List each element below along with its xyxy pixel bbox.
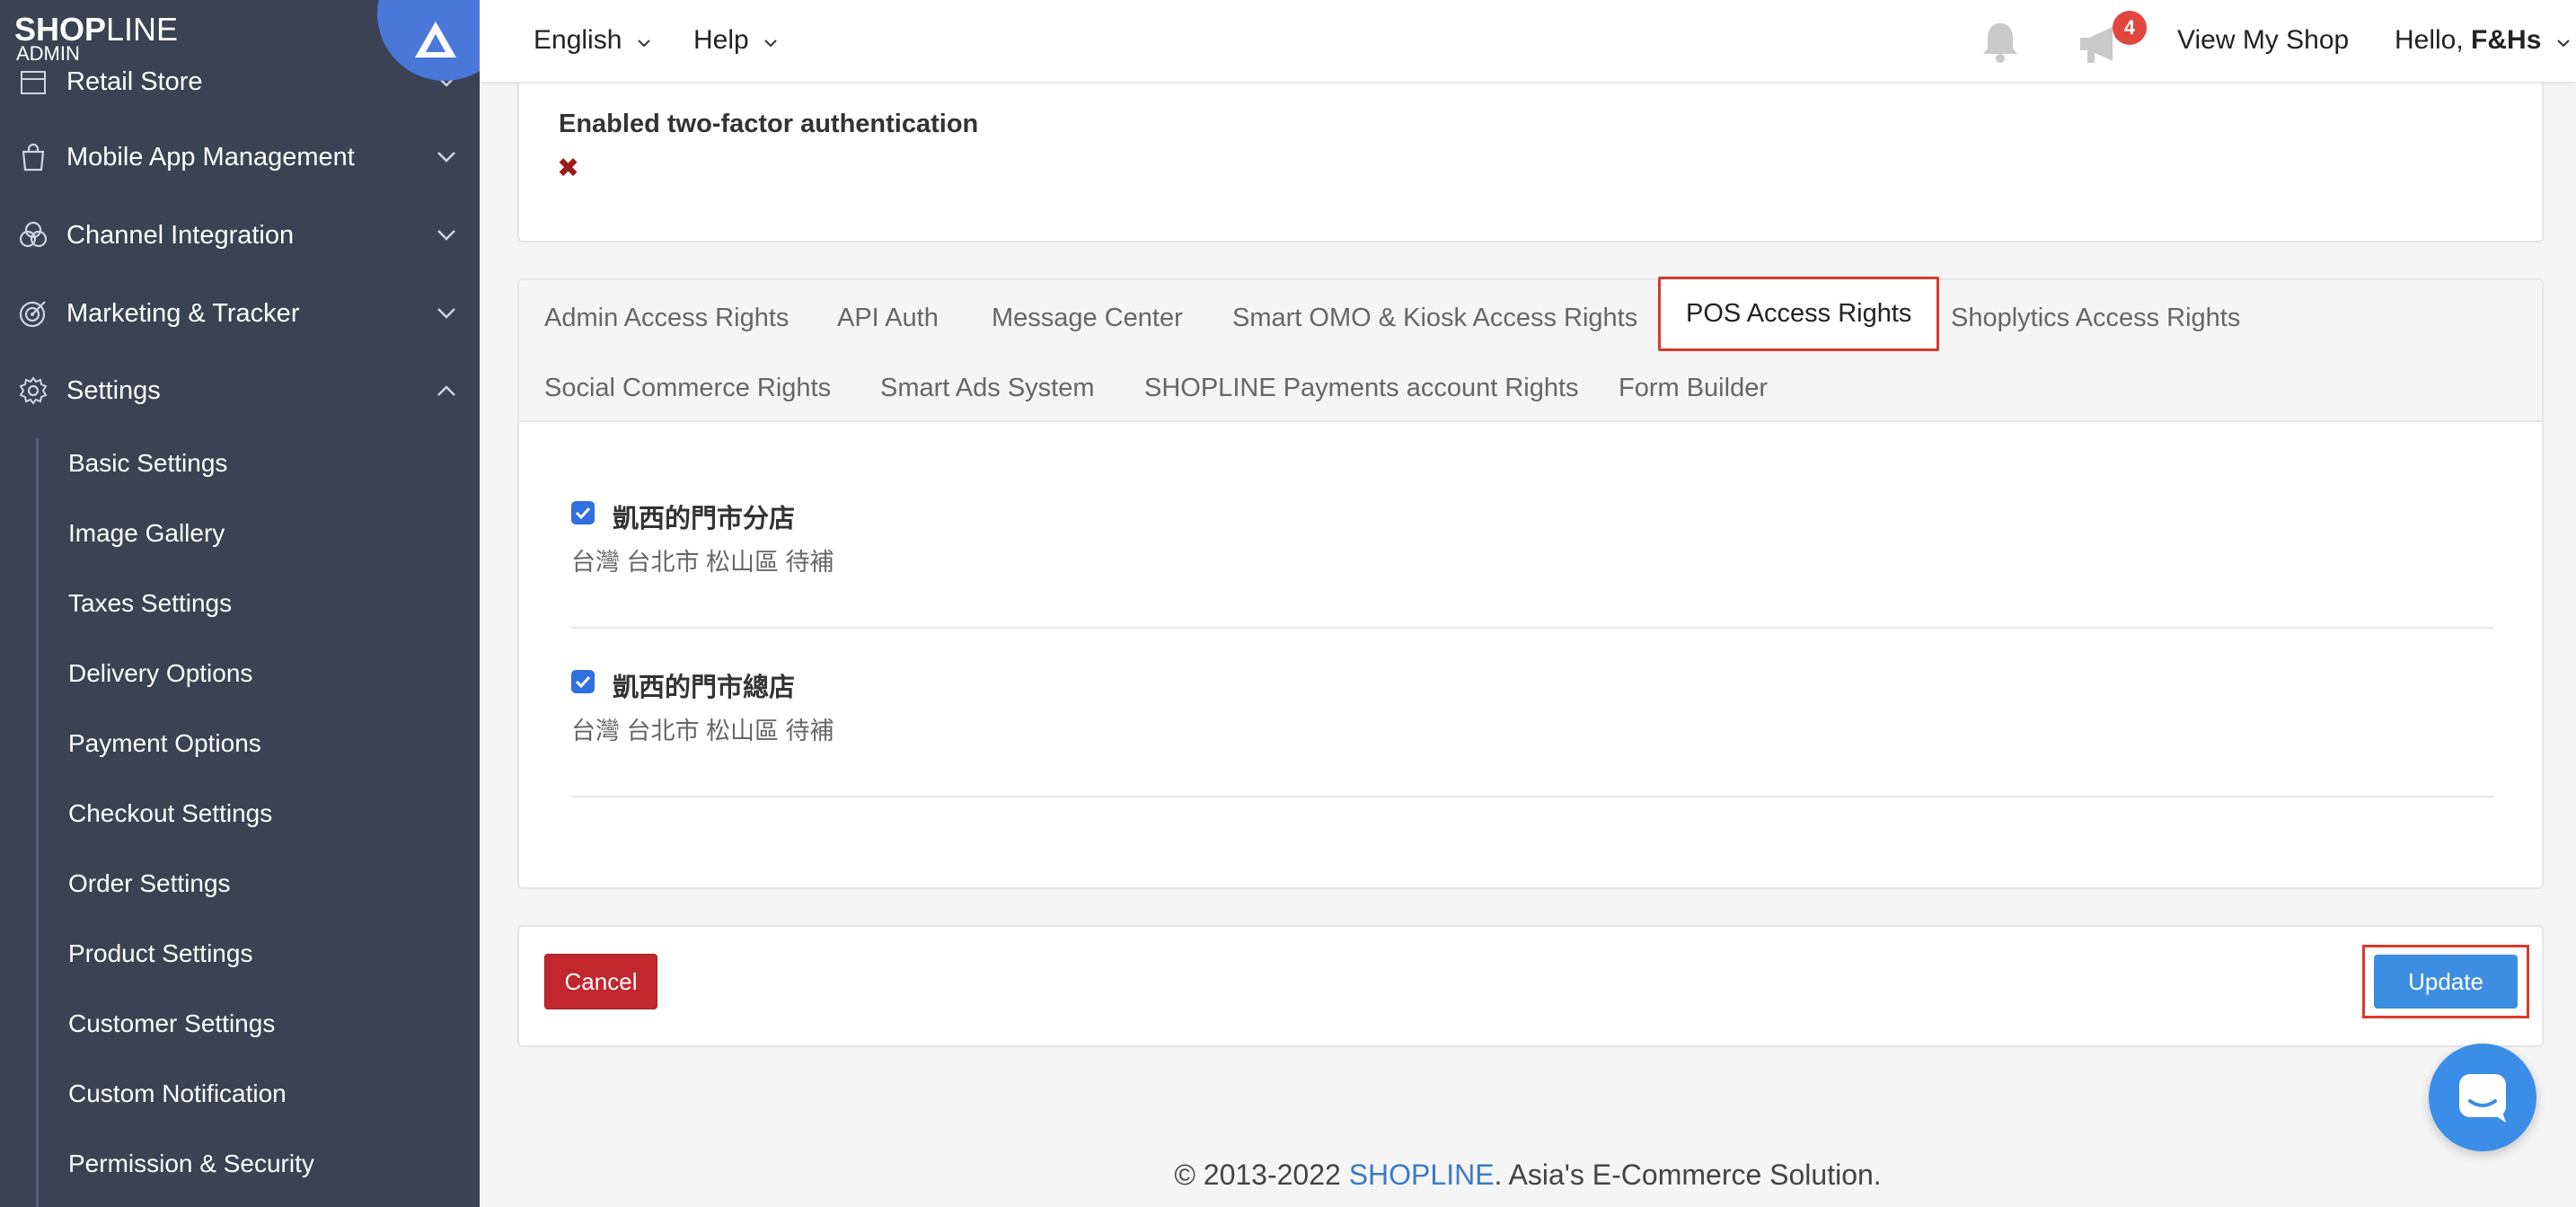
shopping-bag-icon: [22, 143, 45, 172]
tagline-text: . Asia's E-Commerce Solution.: [1494, 1159, 1882, 1191]
top-bar: English Help 4 View My Shop Hello, F&Hs: [480, 0, 2576, 83]
sidebar-item-label: Marketing & Tracker: [66, 298, 300, 328]
tab-message-center[interactable]: Message Center: [992, 304, 1183, 333]
sidebar-item-checkout-settings[interactable]: Checkout Settings: [68, 799, 272, 828]
language-dropdown[interactable]: English: [534, 25, 651, 56]
view-my-shop-link[interactable]: View My Shop: [2177, 25, 2349, 56]
user-name: F&Hs: [2471, 25, 2542, 55]
sidebar-item-custom-notification[interactable]: Custom Notification: [68, 1079, 287, 1108]
chevron-down-icon: [437, 308, 455, 319]
help-label: Help: [693, 25, 749, 55]
tab-social-commerce-rights[interactable]: Social Commerce Rights: [544, 374, 831, 403]
store-icon: [21, 71, 46, 94]
tab-shopline-payments-account-rights[interactable]: SHOPLINE Payments account Rights: [1144, 374, 1579, 403]
update-button[interactable]: Update: [2374, 955, 2518, 1009]
sidebar-item-customer-settings[interactable]: Customer Settings: [68, 1009, 275, 1038]
divider: [571, 627, 2493, 629]
sidebar-item-label: Settings: [66, 375, 161, 405]
help-dropdown[interactable]: Help: [693, 25, 778, 56]
gear-icon: [19, 376, 48, 405]
store-checkbox[interactable]: [571, 670, 595, 693]
notification-count-badge: 4: [2113, 11, 2147, 45]
tab-form-builder[interactable]: Form Builder: [1619, 374, 1768, 403]
settings-submenu-rail: [36, 438, 39, 1207]
page-footer: © 2013-2022 SHOPLINE. Asia's E-Commerce …: [480, 1159, 2576, 1192]
sidebar-item-label: Mobile App Management: [66, 142, 355, 172]
channels-icon: [19, 221, 48, 248]
sidebar-item-delivery-options[interactable]: Delivery Options: [68, 659, 252, 688]
logo-bar: SHOPLINE ADMIN: [0, 0, 480, 81]
store-checkbox[interactable]: [571, 501, 595, 524]
checkmark-icon: [575, 675, 591, 688]
store-name: 凱西的門市分店: [613, 505, 796, 533]
sidebar-item-label: Channel Integration: [66, 220, 295, 250]
chevron-up-icon: [437, 385, 455, 396]
tab-smart-omo-kiosk[interactable]: Smart OMO & Kiosk Access Rights: [1232, 304, 1637, 333]
bell-icon[interactable]: [1978, 18, 2023, 66]
checkmark-icon: [575, 507, 591, 519]
brand-mark-icon: [415, 22, 456, 57]
chat-icon: [2459, 1074, 2506, 1123]
sidebar-item-mobile-app-management[interactable]: Mobile App Management: [0, 126, 480, 189]
sidebar-item-payment-options[interactable]: Payment Options: [68, 729, 261, 758]
target-icon: [19, 301, 46, 328]
form-actions-panel: Cancel Update: [517, 925, 2544, 1047]
chevron-down-icon: [638, 40, 650, 48]
sidebar: SHOPLINE ADMIN Retail Store Mobile App M…: [0, 0, 480, 1207]
update-highlight-frame: Update: [2362, 945, 2529, 1018]
chat-launcher-button[interactable]: [2429, 1044, 2536, 1151]
disabled-cross-icon: ✖: [557, 154, 580, 183]
divider: [571, 796, 2493, 797]
shopline-link[interactable]: SHOPLINE: [1349, 1159, 1495, 1191]
store-address: 台灣 台北市 松山區 待補: [571, 718, 834, 744]
copyright-text: © 2013-2022: [1174, 1159, 1349, 1191]
chevron-down-icon: [437, 230, 455, 241]
store-address: 台灣 台北市 松山區 待補: [571, 549, 834, 576]
sidebar-item-permission-security[interactable]: Permission & Security: [68, 1150, 314, 1178]
cancel-button[interactable]: Cancel: [544, 954, 657, 1009]
chevron-down-icon: [764, 40, 777, 48]
sidebar-item-product-settings[interactable]: Product Settings: [68, 939, 252, 968]
tab-shoplytics-access-rights[interactable]: Shoplytics Access Rights: [1951, 304, 2240, 333]
tab-admin-access-rights[interactable]: Admin Access Rights: [544, 304, 789, 333]
user-menu[interactable]: Hello, F&Hs: [2395, 25, 2571, 56]
access-rights-tabbar: Admin Access Rights API Auth Message Cen…: [519, 277, 2542, 422]
language-label: English: [534, 25, 622, 55]
chevron-down-icon: [2557, 40, 2570, 48]
tab-pos-access-rights[interactable]: POS Access Rights: [1658, 277, 1940, 351]
two-factor-title: Enabled two-factor authentication: [559, 110, 979, 138]
tab-smart-ads-system[interactable]: Smart Ads System: [880, 374, 1095, 403]
sidebar-item-marketing-tracker[interactable]: Marketing & Tracker: [0, 282, 480, 345]
sidebar-item-basic-settings[interactable]: Basic Settings: [68, 449, 227, 478]
sidebar-item-image-gallery[interactable]: Image Gallery: [68, 519, 225, 548]
chevron-down-icon: [437, 152, 455, 163]
sidebar-item-channel-integration[interactable]: Channel Integration: [0, 204, 480, 267]
store-name: 凱西的門市總店: [613, 674, 796, 702]
tab-api-auth[interactable]: API Auth: [837, 304, 939, 333]
sidebar-item-taxes-settings[interactable]: Taxes Settings: [68, 589, 232, 618]
sidebar-item-settings[interactable]: Settings: [0, 359, 480, 422]
greeting-label: Hello,: [2395, 25, 2472, 55]
access-rights-panel: Admin Access Rights API Auth Message Cen…: [517, 277, 2544, 889]
sidebar-item-label: Retail Store: [66, 66, 203, 96]
logo-admin-label: ADMIN: [16, 42, 80, 65]
sidebar-item-order-settings[interactable]: Order Settings: [68, 869, 231, 898]
